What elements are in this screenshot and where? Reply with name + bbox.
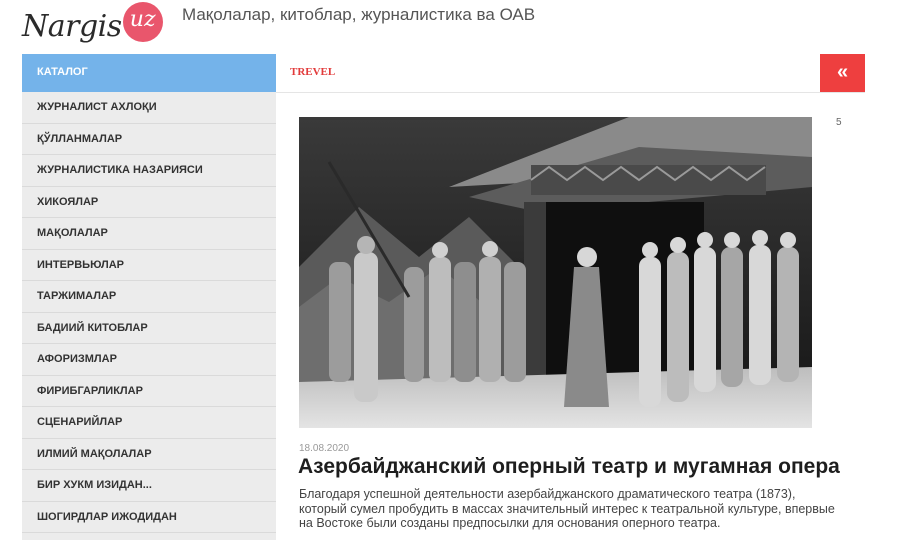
logo-text: Nargis: [22, 9, 122, 44]
article-excerpt: Благодаря успешной деятельности азербайд…: [299, 487, 835, 530]
catalog-title[interactable]: КАТАЛОГ: [22, 54, 276, 92]
sidebar-item-stories[interactable]: ХИКОЯЛАР: [22, 187, 276, 218]
site-logo[interactable]: Nargis uz: [22, 0, 163, 44]
article-photo[interactable]: [299, 117, 812, 428]
sidebar-item-aphorisms[interactable]: АФОРИЗМЛАР: [22, 344, 276, 376]
sidebar-item-fiction-books[interactable]: БАДИИЙ КИТОБЛАР: [22, 313, 276, 344]
sidebar-item-journalism-theory[interactable]: ЖУРНАЛИСТИКА НАЗАРИЯСИ: [22, 155, 276, 187]
image-counter: 5: [836, 117, 842, 128]
sidebar-item-students-work[interactable]: ШОГИРДЛАР ИЖОДИДАН: [22, 502, 276, 533]
article-date: 18.08.2020: [299, 443, 350, 454]
sidebar-item-scientific-articles[interactable]: ИЛМИЙ МАҚОЛАЛАР: [22, 439, 276, 470]
content-topbar: TREVEL «: [276, 54, 865, 93]
opera-stage-photo: [299, 117, 812, 428]
back-button[interactable]: «: [820, 54, 865, 92]
sidebar-item-articles[interactable]: МАҚОЛАЛАР: [22, 218, 276, 250]
sidebar-item-one-verdict[interactable]: БИР ХУКМ ИЗИДАН...: [22, 470, 276, 502]
sidebar-item-journalist-ethics[interactable]: ЖУРНАЛИСТ АХЛОҚИ: [22, 92, 276, 124]
sidebar-item-frauds[interactable]: ФИРИБГАРЛИКЛАР: [22, 376, 276, 407]
catalog-sidebar: КАТАЛОГ ЖУРНАЛИСТ АХЛОҚИ ҚЎЛЛАНМАЛАР ЖУР…: [22, 54, 276, 540]
sidebar-item-translations[interactable]: ТАРЖИМАЛАР: [22, 281, 276, 313]
logo-domain-badge: uz: [122, 2, 163, 42]
sidebar-item-scenarios[interactable]: СЦЕНАРИЙЛАР: [22, 407, 276, 439]
article-title[interactable]: Азербайджанский оперный театр и мугамная…: [298, 455, 840, 479]
breadcrumb-category[interactable]: TREVEL: [290, 66, 335, 78]
site-tagline: Мақолалар, китоблар, журналистика ва ОАВ: [182, 5, 536, 24]
sidebar-item-interviews[interactable]: ИНТЕРВЬЮЛАР: [22, 250, 276, 281]
sidebar-item-manuals[interactable]: ҚЎЛЛАНМАЛАР: [22, 124, 276, 155]
